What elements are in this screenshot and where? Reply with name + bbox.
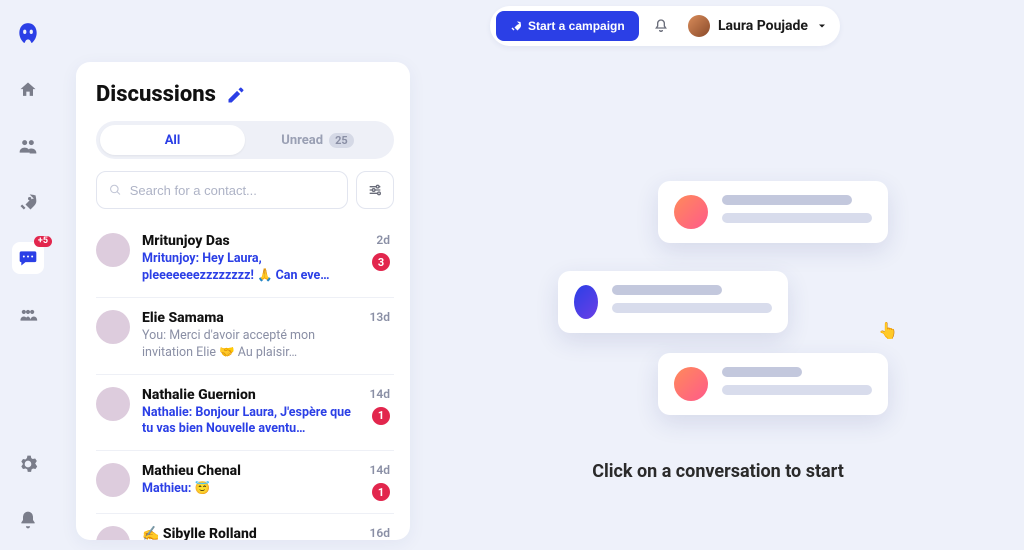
chevron-down-icon (816, 20, 828, 32)
tab-unread-label: Unread (281, 133, 323, 148)
start-campaign-button[interactable]: Start a campaign (496, 11, 639, 41)
search-icon (109, 183, 122, 197)
conversation-list[interactable]: Mritunjoy Das Mritunjoy: Hey Laura, pleee… (96, 221, 394, 540)
conversation-item[interactable]: Mathieu Chenal Mathieu: 😇 14d 1 (96, 451, 394, 514)
unread-count: 1 (372, 483, 390, 501)
tab-all-label: All (165, 133, 181, 148)
message-preview: Mathieu: 😇 (142, 481, 358, 498)
bell-icon[interactable] (651, 16, 671, 36)
notifications-icon[interactable] (12, 504, 44, 536)
message-preview: You: Merci d'avoir accepté mon invitatio… (142, 328, 358, 362)
messages-icon[interactable]: +5 (12, 242, 44, 274)
cursor-icon: 👆 (878, 321, 898, 340)
contact-name: ✍️ Sibylle Rolland (142, 526, 358, 540)
rocket-icon[interactable] (12, 186, 44, 218)
start-campaign-label: Start a campaign (528, 19, 625, 33)
tab-all[interactable]: All (100, 125, 245, 155)
avatar (96, 310, 130, 344)
empty-state-text: Click on a conversation to start (592, 461, 844, 482)
avatar (96, 233, 130, 267)
illus-bubble (658, 181, 888, 243)
messages-badge: +5 (34, 236, 52, 247)
message-preview: Mritunjoy: Hey Laura, pleeeeeeezzzzzzzz!… (142, 251, 360, 285)
logo-icon[interactable] (12, 18, 44, 50)
empty-state: 👆 Click on a conversation to start (430, 62, 1006, 540)
settings-icon[interactable] (12, 448, 44, 480)
avatar (688, 15, 710, 37)
conversation-item[interactable]: Nathalie Guernion Nathalie: Bonjour Laura… (96, 375, 394, 452)
timestamp: 2d (376, 233, 390, 247)
nav-sidebar: +5 (0, 0, 56, 550)
rocket-icon (510, 20, 522, 32)
page-title: Discussions (96, 82, 394, 107)
timestamp: 16d (370, 526, 390, 540)
avatar (96, 526, 130, 540)
discussions-panel: Discussions All Unread 25 Mritunjoy DasM… (76, 62, 410, 540)
contact-name: Elie Samama (142, 310, 358, 326)
contact-name: Nathalie Guernion (142, 387, 358, 403)
compose-icon[interactable] (226, 85, 246, 105)
timestamp: 14d (370, 387, 390, 401)
illus-bubble (558, 271, 788, 333)
avatar (96, 463, 130, 497)
timestamp: 14d (370, 463, 390, 477)
timestamp: 13d (370, 310, 390, 324)
filter-button[interactable] (356, 171, 394, 209)
sliders-icon (367, 182, 383, 198)
avatar (96, 387, 130, 421)
tab-unread[interactable]: Unread 25 (245, 125, 390, 155)
user-name: Laura Poujade (718, 18, 808, 34)
illus-bubble (658, 353, 888, 415)
user-menu[interactable]: Laura Poujade (688, 15, 828, 37)
team-icon[interactable] (12, 298, 44, 330)
unread-count: 1 (372, 407, 390, 425)
people-icon[interactable] (12, 130, 44, 162)
home-icon[interactable] (12, 74, 44, 106)
contact-name: Mathieu Chenal (142, 463, 358, 479)
empty-illustration: 👆 (568, 181, 868, 441)
tab-unread-count: 25 (329, 133, 354, 148)
unread-count: 3 (372, 253, 390, 271)
conversation-item[interactable]: Mritunjoy Das Mritunjoy: Hey Laura, pleee… (96, 221, 394, 298)
search-field[interactable] (96, 171, 348, 209)
contact-name: Mritunjoy Das (142, 233, 360, 249)
conversation-item[interactable]: ✍️ Sibylle Rolland✍️ Sibylle: avec plais… (96, 514, 394, 540)
conversation-item[interactable]: Elie Samama You: Merci d'avoir accepté mo… (96, 298, 394, 375)
filter-tabs: All Unread 25 (96, 121, 394, 159)
search-input[interactable] (130, 183, 335, 198)
page-title-text: Discussions (96, 82, 216, 107)
message-preview: Nathalie: Bonjour Laura, J'espère que tu… (142, 405, 358, 439)
topbar: Start a campaign Laura Poujade (490, 6, 840, 46)
